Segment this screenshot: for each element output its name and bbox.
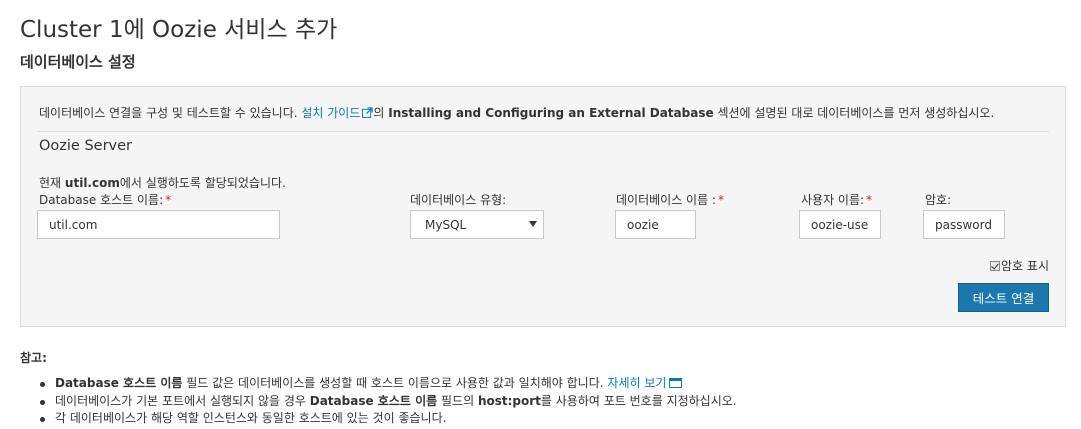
list-item: 데이터베이스가 기본 포트에서 실행되지 않을 경우 Database 호스트 … — [38, 393, 737, 411]
page-title: Cluster 1에 Oozie 서비스 추가 — [20, 17, 338, 43]
database-setup-panel: 데이터베이스 연결을 구성 및 테스트할 수 있습니다. 설치 가이드 의 Ins… — [20, 86, 1066, 327]
test-connection-button[interactable]: 테스트 연결 — [958, 283, 1049, 312]
host-label: Database 호스트 이름: * — [39, 193, 172, 207]
username-label: 사용자 이름: * — [801, 193, 873, 207]
list-item: Database 호스트 이름 필드 값은 데이터베이스를 생성할 때 호스트 … — [38, 375, 737, 393]
external-link-icon — [362, 107, 374, 118]
host-input[interactable] — [37, 210, 280, 239]
notes-title: 참고: — [20, 351, 47, 365]
section-title: 데이터베이스 설정 — [20, 53, 136, 71]
intro-text: 데이터베이스 연결을 구성 및 테스트할 수 있습니다. 설치 가이드 의 Ins… — [39, 106, 995, 120]
username-input[interactable] — [799, 210, 881, 239]
window-icon — [669, 378, 683, 388]
notes-list: Database 호스트 이름 필드 값은 데이터베이스를 생성할 때 호스트 … — [38, 375, 737, 428]
db-type-select[interactable]: MySQL — [410, 210, 544, 239]
db-name-label: 데이터베이스 이름 : * — [616, 193, 724, 207]
install-guide-link[interactable]: 설치 가이드 — [301, 106, 374, 120]
learn-more-link[interactable]: 자세히 보기 — [607, 376, 683, 390]
db-name-input[interactable] — [615, 210, 696, 239]
password-input[interactable] — [923, 210, 1005, 239]
divider — [37, 131, 1049, 132]
password-label: 암호: — [925, 193, 952, 207]
db-type-label: 데이터베이스 유형: — [410, 193, 507, 207]
host-assignment-note: 현재 util.com에서 실행하도록 할당되었습니다. — [39, 176, 286, 190]
checkbox-checked-icon[interactable] — [990, 260, 1001, 271]
list-item: 각 데이터베이스가 해당 역할 인스턴스와 동일한 호스트에 있는 것이 좋습니… — [38, 410, 737, 428]
show-password-toggle[interactable]: 암호 표시 — [990, 257, 1049, 274]
dropdown-arrow-icon — [529, 221, 537, 227]
server-title: Oozie Server — [39, 138, 133, 154]
